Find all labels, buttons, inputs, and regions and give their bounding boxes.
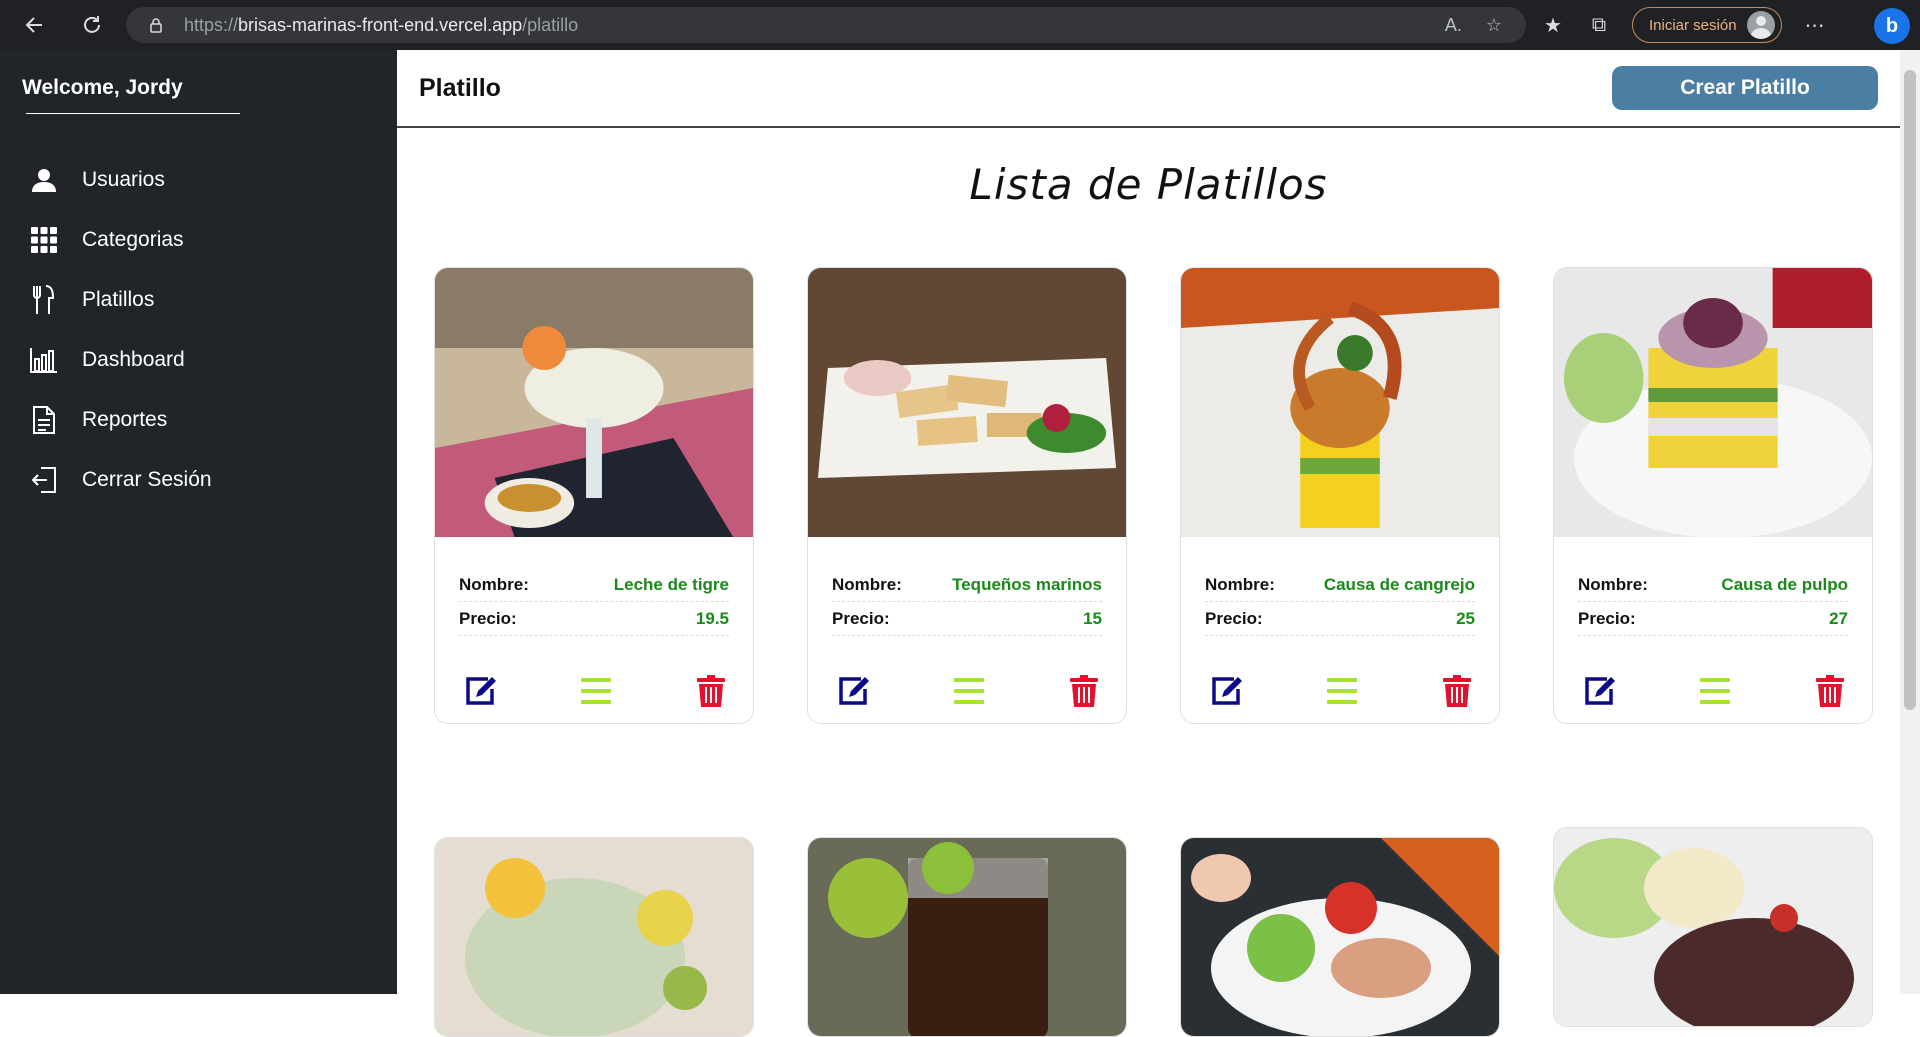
dish-image	[1554, 828, 1872, 1026]
edit-icon[interactable]	[836, 673, 872, 709]
utensils-icon	[24, 285, 64, 315]
main-content: Platillo Crear Platillo Lista de Platill…	[397, 50, 1900, 1037]
back-icon[interactable]	[14, 5, 54, 45]
sidebar: Welcome, Jordy Usuarios Categorias Plati…	[0, 50, 397, 994]
dish-price: 25	[1456, 608, 1475, 628]
sidebar-item-usuarios[interactable]: Usuarios	[0, 150, 397, 210]
sidebar-item-label: Usuarios	[82, 168, 165, 191]
dish-name-row: Nombre: Causa de cangrejo	[1205, 568, 1475, 602]
user-icon	[24, 167, 64, 193]
details-menu-icon[interactable]	[951, 673, 987, 709]
page-title: Platillo	[419, 73, 501, 102]
delete-icon[interactable]	[693, 673, 729, 709]
delete-icon[interactable]	[1066, 673, 1102, 709]
list-title: Lista de Platillos	[969, 160, 1328, 209]
page-header: Platillo Crear Platillo	[397, 50, 1900, 128]
dish-name: Leche de tigre	[613, 574, 729, 594]
dish-card	[1180, 837, 1500, 1037]
dish-name-row: Nombre: Tequeños marinos	[832, 568, 1102, 602]
dish-card	[434, 837, 754, 1037]
more-icon[interactable]: ⋯	[1802, 12, 1828, 38]
dish-card: Nombre: Causa de cangrejo Precio: 25	[1180, 267, 1500, 724]
dish-name: Causa de pulpo	[1721, 574, 1848, 594]
crear-platillo-button[interactable]: Crear Platillo	[1612, 66, 1878, 110]
dish-price-row: Precio: 27	[1578, 602, 1848, 636]
delete-icon[interactable]	[1439, 673, 1475, 709]
dish-price: 15	[1083, 608, 1102, 628]
bing-icon[interactable]: b	[1874, 8, 1910, 44]
sidebar-menu: Usuarios Categorias Platillos Dashboard …	[0, 150, 397, 510]
logout-icon	[24, 467, 64, 493]
details-menu-icon[interactable]	[578, 673, 614, 709]
dish-price-row: Precio: 15	[832, 602, 1102, 636]
sidebar-item-platillos[interactable]: Platillos	[0, 270, 397, 330]
edit-icon[interactable]	[1209, 673, 1245, 709]
address-bar[interactable]: https://brisas-marinas-front-end.vercel.…	[126, 7, 1526, 43]
welcome-text: Welcome, Jordy	[22, 76, 183, 99]
dish-image	[435, 838, 753, 1036]
collections-icon[interactable]: ⧉	[1586, 12, 1612, 38]
dish-card	[807, 837, 1127, 1037]
dish-card	[1553, 827, 1873, 1027]
divider	[26, 113, 240, 114]
lock-icon[interactable]	[148, 17, 164, 33]
dish-name-row: Nombre: Causa de pulpo	[1578, 568, 1848, 602]
dish-card: Nombre: Causa de pulpo Precio: 27	[1553, 267, 1873, 724]
sidebar-item-cerrar-sesion[interactable]: Cerrar Sesión	[0, 450, 397, 510]
dish-card: Nombre: Tequeños marinos Precio: 15	[807, 267, 1127, 724]
dish-price: 27	[1829, 608, 1848, 628]
sidebar-item-categorias[interactable]: Categorias	[0, 210, 397, 270]
dish-name: Tequeños marinos	[952, 574, 1102, 594]
document-icon	[24, 406, 64, 434]
sidebar-item-label: Dashboard	[82, 348, 185, 371]
dish-card: Nombre: Leche de tigre Precio: 19.5	[434, 267, 754, 724]
dish-image	[808, 838, 1126, 1036]
sidebar-item-label: Reportes	[82, 408, 168, 431]
dish-name-row: Nombre: Leche de tigre	[459, 568, 729, 602]
signin-label: Iniciar sesión	[1649, 16, 1737, 34]
sidebar-item-label: Cerrar Sesión	[82, 468, 212, 491]
dish-price-row: Precio: 25	[1205, 602, 1475, 636]
url-text: https://brisas-marinas-front-end.vercel.…	[184, 14, 579, 35]
dish-image	[1554, 268, 1872, 538]
sidebar-item-label: Platillos	[82, 288, 155, 311]
details-menu-icon[interactable]	[1324, 673, 1360, 709]
scrollbar-thumb[interactable]	[1904, 70, 1916, 710]
dish-name: Causa de cangrejo	[1323, 574, 1475, 594]
sidebar-item-dashboard[interactable]: Dashboard	[0, 330, 397, 390]
sidebar-item-label: Categorias	[82, 228, 184, 251]
edit-icon[interactable]	[1582, 673, 1618, 709]
bar-chart-icon	[24, 347, 64, 373]
profile-avatar	[1746, 11, 1775, 39]
delete-icon[interactable]	[1812, 673, 1848, 709]
sidebar-item-reportes[interactable]: Reportes	[0, 390, 397, 450]
page-scrollbar[interactable]	[1900, 50, 1920, 994]
dish-image	[1181, 838, 1499, 1036]
refresh-icon[interactable]	[72, 5, 112, 45]
dish-image	[808, 268, 1126, 537]
dish-price: 19.5	[695, 608, 729, 628]
details-menu-icon[interactable]	[1697, 673, 1733, 709]
signin-button[interactable]: Iniciar sesión	[1632, 7, 1782, 43]
dish-image	[435, 268, 753, 537]
dish-image	[1181, 268, 1499, 537]
favorites-icon[interactable]: ★	[1540, 12, 1566, 38]
add-favorite-icon[interactable]: ☆	[1486, 15, 1502, 36]
read-aloud-icon[interactable]: A.	[1445, 15, 1462, 36]
browser-toolbar: https://brisas-marinas-front-end.vercel.…	[0, 0, 1920, 50]
grid-icon	[24, 227, 64, 253]
edit-icon[interactable]	[463, 673, 499, 709]
dish-price-row: Precio: 19.5	[459, 602, 729, 636]
